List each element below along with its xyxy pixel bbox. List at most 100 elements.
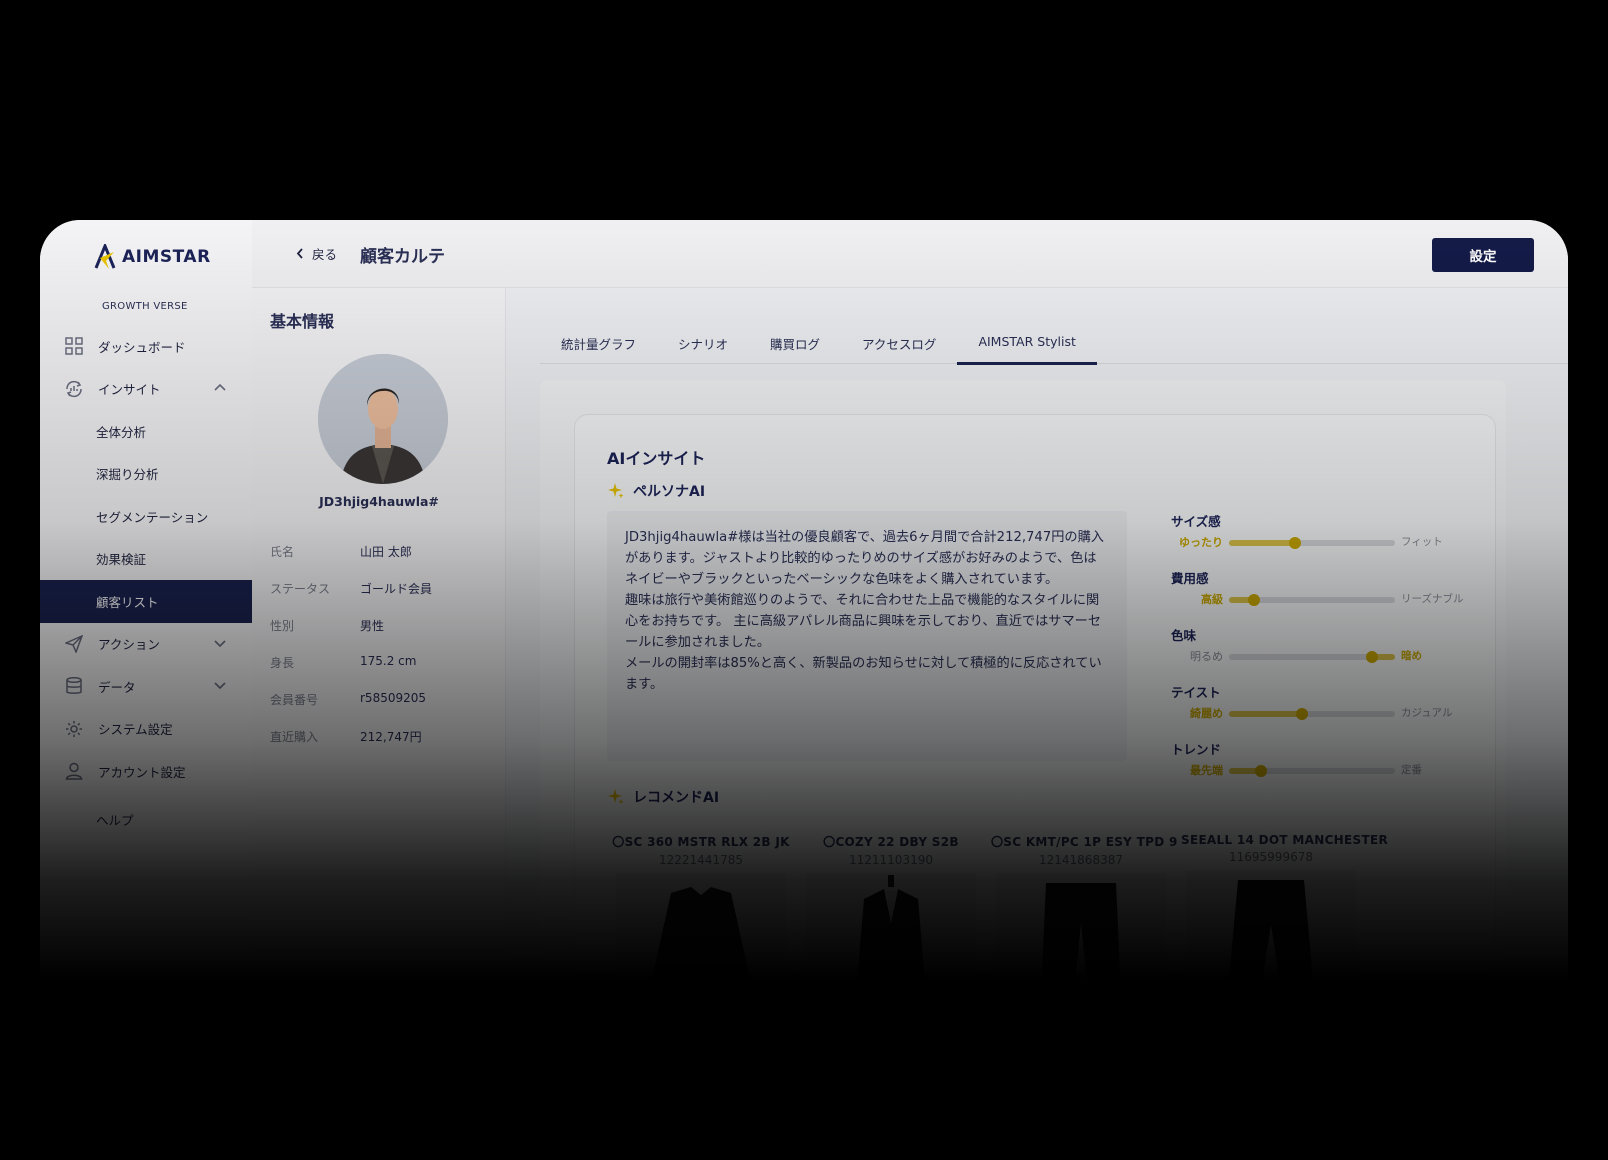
field-key: ステータス <box>270 582 331 596</box>
field-value: r58509205 <box>360 691 427 705</box>
avatar <box>318 354 448 484</box>
back-button[interactable]: 戻る <box>296 244 337 263</box>
attribute-left-label: ゆったり <box>1179 536 1223 549</box>
product-name: 〇SC KMT/PC 1P ESY TPD 9 <box>991 835 1178 849</box>
header: 戻る 顧客カルテ 設定 <box>252 220 1568 288</box>
sidebar: AIMSTAR GROWTH VERSE ダッシュボード インサイト 全体分析 <box>40 220 252 1000</box>
recommend-ai-title: レコメンドAI <box>607 787 719 807</box>
persona-ai-title: ペルソナAI <box>607 481 705 501</box>
attribute-track <box>1229 765 1395 777</box>
product-list: 〇SC 360 MSTR RLX 2B JK 12221441785 〇COZY… <box>611 833 1388 1000</box>
attribute-cost: 費用感 高級 リーズナブル <box>1171 568 1471 625</box>
product-code: 11211103190 <box>849 853 933 867</box>
user-icon <box>64 761 84 781</box>
persona-text: JD3hjig4hauwla#様は当社の優良顧客で、過去6ヶ月間で合計212,7… <box>607 511 1127 761</box>
recommend-ai-label: レコメンドAI <box>633 790 720 806</box>
logo[interactable]: AIMSTAR <box>94 244 211 270</box>
attribute-right-label: 定番 <box>1401 764 1422 776</box>
sidebar-item-label: ヘルプ <box>96 813 134 829</box>
field-value: 175.2 cm <box>360 654 417 668</box>
info-field-name: 氏名 山田 太郎 <box>270 543 412 560</box>
attribute-left-label: 綺麗め <box>1190 707 1223 720</box>
logo-star-icon <box>94 244 116 269</box>
product-image-jacket <box>616 873 786 1000</box>
send-icon <box>64 634 84 654</box>
sidebar-item-insight[interactable]: インサイト <box>40 368 252 411</box>
sidebar-item-data[interactable]: データ <box>40 665 252 708</box>
product-code: 12141868387 <box>1039 853 1123 867</box>
sidebar-item-overall-analysis[interactable]: 全体分析 <box>40 410 252 453</box>
attribute-left-label: 高級 <box>1201 593 1223 606</box>
attribute-color: 色味 明るめ 暗め <box>1171 625 1471 682</box>
attribute-right-label: カジュアル <box>1401 707 1453 719</box>
tab-purchase-log[interactable]: 購買ログ <box>749 318 841 364</box>
ai-insight-card: AIインサイト ペルソナAI JD3hjig4hauwla#様は当社の優良顧客で… <box>574 414 1496 1000</box>
product-name: 〇SC 360 MSTR RLX 2B JK <box>612 835 790 849</box>
sidebar-item-deep-analysis[interactable]: 深掘り分析 <box>40 453 252 496</box>
attribute-name: サイズ感 <box>1171 514 1221 529</box>
app-window: AIMSTAR GROWTH VERSE ダッシュボード インサイト 全体分析 <box>40 220 1568 1000</box>
product-card[interactable]: 〇SC 360 MSTR RLX 2B JK 12221441785 <box>611 833 791 1000</box>
sidebar-item-action[interactable]: アクション <box>40 623 252 666</box>
tab-statistics-graph[interactable]: 統計量グラフ <box>540 318 657 364</box>
attribute-name: 色味 <box>1171 628 1197 643</box>
attribute-track <box>1229 651 1395 663</box>
product-image-pants <box>996 873 1166 1000</box>
attribute-left-label: 最先端 <box>1190 764 1223 777</box>
attribute-track <box>1229 708 1395 720</box>
product-card[interactable]: 〇COZY 22 DBY S2B 11211103190 <box>801 833 981 1000</box>
persona-ai-label: ペルソナAI <box>633 484 706 500</box>
sidebar-item-account-settings[interactable]: アカウント設定 <box>40 750 252 793</box>
chevron-down-icon <box>214 682 226 690</box>
sidebar-item-help[interactable]: ヘルプ <box>40 799 252 842</box>
attribute-name: トレンド <box>1171 742 1222 757</box>
attribute-sliders: サイズ感 ゆったり フィット 費用感 高級 リーズナブル 色味 明るめ 暗め テ… <box>1171 511 1471 796</box>
info-field-height: 身長 175.2 cm <box>270 654 416 671</box>
attribute-name: テイスト <box>1171 685 1221 700</box>
attribute-right-label: リーズナブル <box>1401 593 1464 605</box>
basic-info-panel: 基本情報 JD3hjig4hauwla# 氏名 山田 太郎 ステータス ゴールド… <box>252 288 506 1000</box>
product-code: 11695999678 <box>1229 850 1313 864</box>
field-value: 212,747円 <box>360 730 422 744</box>
sidebar-item-label: データ <box>98 679 136 695</box>
attribute-knob <box>1296 708 1309 720</box>
tab-scenario[interactable]: シナリオ <box>657 318 749 364</box>
gear-icon <box>64 719 84 739</box>
tagline: GROWTH VERSE <box>102 301 188 312</box>
product-code: 12221441785 <box>659 853 743 867</box>
info-field-status: ステータス ゴールド会員 <box>270 580 432 597</box>
sidebar-item-label: 全体分析 <box>96 424 147 440</box>
info-field-recent-purchase: 直近購入 212,747円 <box>270 728 422 745</box>
product-name: 〇COZY 22 DBY S2B <box>823 835 959 849</box>
tab-access-log[interactable]: アクセスログ <box>841 318 957 364</box>
sidebar-item-effect-verification[interactable]: 効果検証 <box>40 538 252 581</box>
database-icon <box>64 676 84 696</box>
chevron-left-icon <box>296 248 303 259</box>
sidebar-item-label: アカウント設定 <box>98 764 186 780</box>
field-key: 性別 <box>270 619 295 633</box>
product-card[interactable]: 〇SC KMT/PC 1P ESY TPD 9 12141868387 <box>991 833 1178 1000</box>
sidebar-nav: ダッシュボード インサイト 全体分析 深掘り分析 セグメンテーション 効果検証 <box>40 325 252 841</box>
chevron-down-icon <box>214 639 226 647</box>
product-image-suit <box>806 873 976 1000</box>
attribute-knob <box>1365 651 1378 663</box>
sidebar-item-segmentation[interactable]: セグメンテーション <box>40 495 252 538</box>
attribute-track <box>1229 537 1395 549</box>
settings-button[interactable]: 設定 <box>1432 238 1534 272</box>
field-key: 身長 <box>270 656 295 670</box>
product-card[interactable]: SEEALL 14 DOT MANCHESTER 11695999678 <box>1181 833 1388 1000</box>
sidebar-item-label: アクション <box>98 637 160 653</box>
sidebar-item-dashboard[interactable]: ダッシュボード <box>40 325 252 368</box>
attribute-name: 費用感 <box>1171 571 1209 586</box>
info-field-gender: 性別 男性 <box>270 617 384 634</box>
attribute-knob <box>1289 537 1302 549</box>
attribute-track <box>1229 594 1395 606</box>
sidebar-item-label: 深掘り分析 <box>96 467 159 483</box>
tab-aimstar-stylist[interactable]: AIMSTAR Stylist <box>957 318 1098 365</box>
sidebar-item-customer-list[interactable]: 顧客リスト <box>40 580 252 623</box>
field-value: 男性 <box>360 619 385 633</box>
back-label: 戻る <box>312 247 338 262</box>
sidebar-item-system-settings[interactable]: システム設定 <box>40 708 252 751</box>
user-id: JD3hjig4hauwla# <box>319 494 439 509</box>
logo-text: AIMSTAR <box>122 247 211 267</box>
